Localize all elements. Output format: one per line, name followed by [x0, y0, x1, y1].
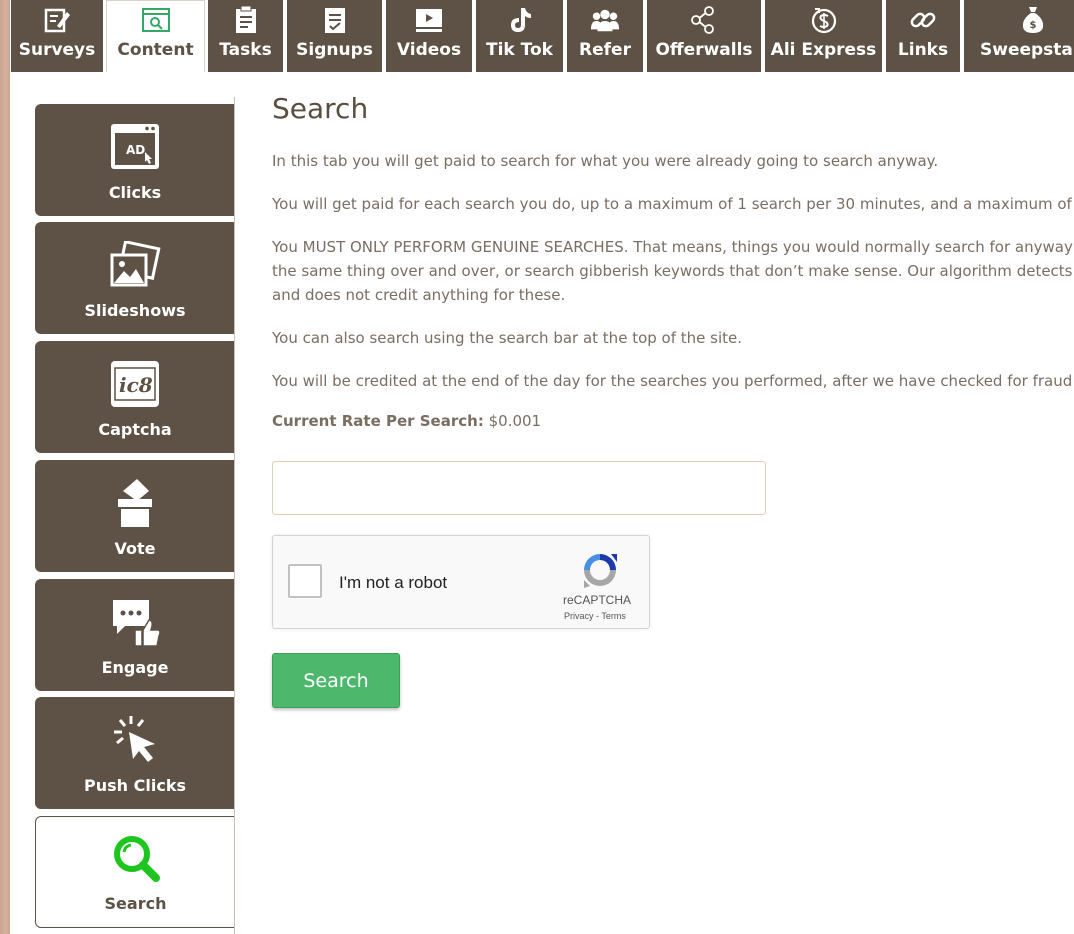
- recaptcha-logo-icon: [579, 550, 621, 590]
- tab-content[interactable]: Content: [106, 0, 205, 72]
- tab-label: Offerwalls: [655, 40, 753, 60]
- page-title: Search: [272, 92, 369, 125]
- page: Surveys Content Tasks Signups Videos Tik…: [10, 0, 1074, 934]
- tab-refer[interactable]: Refer: [567, 0, 643, 72]
- sidebar-item-label: Engage: [101, 658, 169, 677]
- tab-label: Tasks: [219, 40, 272, 60]
- sidebar-item-clicks[interactable]: AD Clicks: [35, 104, 235, 216]
- tab-label: Ali Express: [770, 40, 877, 60]
- money-bag-icon: $: [1018, 5, 1048, 35]
- tab-label: Videos: [396, 40, 462, 60]
- tab-label: Sweepstakes: [980, 40, 1074, 60]
- genuine-line-1: You MUST ONLY PERFORM GENUINE SEARCHES. …: [272, 238, 1073, 256]
- limits-paragraph: You will get paid for each search you do…: [272, 195, 1072, 213]
- captcha-icon: ic8: [107, 356, 163, 412]
- rate-value: $0.001: [488, 412, 542, 430]
- tab-videos[interactable]: Videos: [386, 0, 472, 72]
- search-button[interactable]: Search: [272, 653, 400, 708]
- tab-tiktok[interactable]: Tik Tok: [476, 0, 563, 72]
- sidebar-item-engage[interactable]: Engage: [35, 579, 235, 691]
- main-content: Search In this tab you will get paid to …: [272, 92, 1074, 430]
- video-icon: [414, 5, 444, 35]
- sidebar-item-search[interactable]: Search: [35, 816, 235, 928]
- content-window-icon: [141, 5, 171, 35]
- people-icon: [590, 5, 620, 35]
- tab-offerwalls[interactable]: Offerwalls: [647, 0, 761, 72]
- tab-sweepstakes[interactable]: $ Sweepstakes: [964, 0, 1074, 72]
- recaptcha-widget: I'm not a robot reCAPTCHA Privacy - Term…: [272, 535, 650, 629]
- search-input[interactable]: [272, 461, 766, 515]
- tab-signups[interactable]: Signups: [287, 0, 382, 72]
- tab-links[interactable]: Links: [886, 0, 960, 72]
- search-bar-paragraph: You can also search using the search bar…: [272, 329, 743, 347]
- sidebar-item-label: Search: [104, 894, 167, 913]
- ad-click-icon: AD: [107, 119, 163, 175]
- tiktok-icon: [505, 5, 535, 35]
- rate-label: Current Rate Per Search:: [272, 412, 484, 430]
- share-icon: [689, 5, 719, 35]
- dollar-circle-icon: [809, 5, 839, 35]
- top-nav: Surveys Content Tasks Signups Videos Tik…: [10, 0, 1074, 72]
- sidebar-item-label: Slideshows: [84, 301, 186, 320]
- search-icon: [108, 830, 164, 886]
- sidebar-item-slideshows[interactable]: Slideshows: [35, 222, 235, 334]
- privacy-link[interactable]: Privacy: [564, 611, 594, 621]
- slideshow-icon: [107, 237, 163, 293]
- sidebar-item-captcha[interactable]: ic8 Captcha: [35, 341, 235, 453]
- recaptcha-label: I'm not a robot: [339, 573, 448, 592]
- survey-pencil-icon: [42, 5, 72, 35]
- recaptcha-links: Privacy - Terms: [564, 611, 626, 621]
- tab-label: Signups: [296, 40, 373, 60]
- sidebar-item-label: Vote: [114, 539, 156, 558]
- genuine-line-2: the same thing over and over, or search …: [272, 262, 1073, 280]
- sidebar-item-label: Clicks: [108, 183, 162, 202]
- clipboard-icon: [231, 5, 261, 35]
- tab-label: Tik Tok: [486, 40, 553, 60]
- sidebar-item-label: Captcha: [98, 420, 172, 439]
- engage-icon: [107, 594, 163, 650]
- tab-label: Content: [117, 40, 194, 60]
- tab-ali-express[interactable]: Ali Express: [765, 0, 882, 72]
- sidebar-divider: [234, 97, 235, 934]
- intro-paragraph: In this tab you will get paid to search …: [272, 152, 939, 170]
- vote-box-icon: [107, 475, 163, 531]
- recaptcha-checkbox[interactable]: [288, 564, 322, 598]
- recaptcha-brand: reCAPTCHA: [563, 593, 632, 607]
- form-icon: [320, 5, 350, 35]
- sidebar-item-label: Push Clicks: [84, 776, 186, 795]
- tab-surveys[interactable]: Surveys: [11, 0, 103, 72]
- tab-label: Links: [897, 40, 949, 60]
- tab-tasks[interactable]: Tasks: [208, 0, 283, 72]
- link-icon: [908, 5, 938, 35]
- terms-link[interactable]: Terms: [601, 611, 626, 621]
- svg-text:AD: AD: [126, 143, 145, 157]
- credit-paragraph: You will be credited at the end of the d…: [272, 372, 1073, 390]
- pointer-click-icon: [107, 712, 163, 768]
- rate-line: Current Rate Per Search: $0.001: [272, 412, 1074, 430]
- tab-label: Surveys: [18, 40, 96, 60]
- tab-label: Refer: [579, 40, 631, 60]
- genuine-searches-paragraph: You MUST ONLY PERFORM GENUINE SEARCHES. …: [272, 235, 1074, 307]
- svg-text:$: $: [1030, 20, 1037, 31]
- svg-text:ic8: ic8: [119, 373, 153, 397]
- genuine-line-3: and does not credit anything for these.: [272, 286, 566, 304]
- sidebar-item-push-clicks[interactable]: Push Clicks: [35, 697, 235, 809]
- sidebar-item-vote[interactable]: Vote: [35, 460, 235, 572]
